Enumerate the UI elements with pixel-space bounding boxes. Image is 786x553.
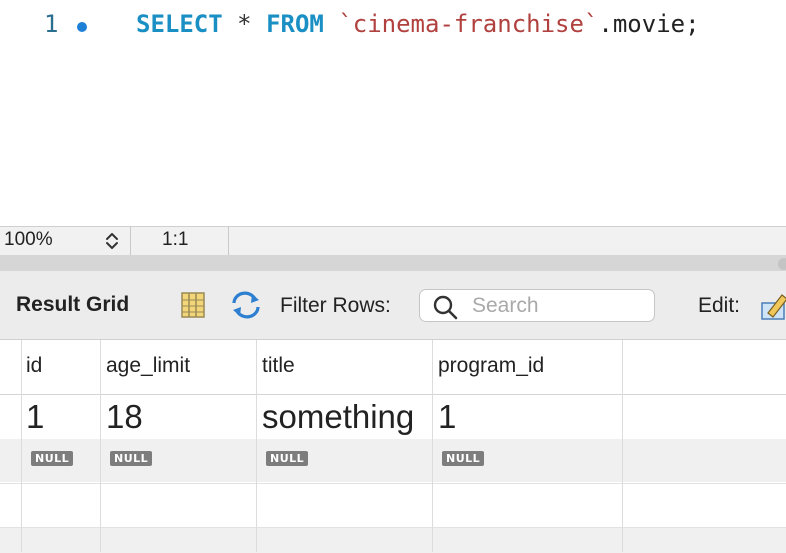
column-header-title[interactable]: title	[262, 354, 295, 378]
table-row-empty[interactable]	[0, 527, 786, 553]
column-divider	[622, 340, 623, 552]
column-divider	[432, 340, 433, 552]
search-input[interactable]	[472, 290, 648, 321]
table-row[interactable]: 1 18 something 1	[0, 395, 786, 438]
star-operator: *	[237, 10, 252, 38]
splitter-handle[interactable]	[778, 258, 786, 270]
search-icon	[433, 295, 458, 320]
editor-status-bar: 100% 1:1	[0, 226, 786, 256]
edit-pencil-icon[interactable]	[760, 289, 786, 321]
sql-statement[interactable]: SELECT * FROM `cinema-franchise`.movie;	[136, 10, 700, 38]
zoom-level[interactable]: 100%	[4, 229, 53, 251]
null-badge[interactable]: NULL	[266, 451, 309, 466]
column-header-program-id[interactable]: program_id	[438, 354, 544, 378]
cell-age-limit[interactable]: 18	[106, 398, 143, 436]
status-divider	[228, 227, 229, 255]
keyword-from: FROM	[266, 10, 324, 38]
sql-editor[interactable]: 1 SELECT * FROM `cinema-franchise`.movie…	[0, 0, 786, 226]
result-toolbar: Result Grid Filter Rows: Edit:	[0, 271, 786, 340]
column-divider	[256, 340, 257, 552]
filter-search-box[interactable]	[419, 289, 655, 322]
cell-title[interactable]: something	[262, 398, 414, 436]
result-grid[interactable]: 1 18 something 1 NULL NULL NULL NULL id …	[0, 340, 786, 553]
null-badge[interactable]: NULL	[110, 451, 153, 466]
schema-name: `cinema-franchise`	[338, 10, 599, 38]
table-row-empty[interactable]	[0, 483, 786, 527]
filter-rows-label: Filter Rows:	[280, 294, 391, 317]
cursor-position: 1:1	[162, 229, 189, 250]
grid-view-icon[interactable]	[180, 291, 206, 319]
statement-marker-icon	[77, 22, 87, 32]
null-badge[interactable]: NULL	[31, 451, 74, 466]
table-row[interactable]: NULL NULL NULL NULL	[0, 439, 786, 482]
cell-id[interactable]: 1	[26, 398, 44, 436]
table-name: .movie;	[598, 10, 700, 38]
column-divider	[100, 340, 101, 552]
cell-program-id[interactable]: 1	[438, 398, 456, 436]
edit-label: Edit:	[698, 294, 741, 317]
header-divider	[0, 394, 786, 395]
column-divider	[21, 340, 22, 552]
panel-splitter[interactable]	[0, 255, 786, 271]
keyword-select: SELECT	[136, 10, 223, 38]
status-divider	[130, 227, 131, 255]
column-header-id[interactable]: id	[26, 354, 42, 378]
null-badge[interactable]: NULL	[442, 451, 485, 466]
column-header-age-limit[interactable]: age_limit	[106, 354, 190, 378]
line-number: 1	[44, 10, 59, 38]
zoom-stepper-icon[interactable]	[102, 230, 122, 252]
refresh-icon[interactable]	[230, 291, 262, 319]
result-grid-label[interactable]: Result Grid	[16, 293, 129, 317]
